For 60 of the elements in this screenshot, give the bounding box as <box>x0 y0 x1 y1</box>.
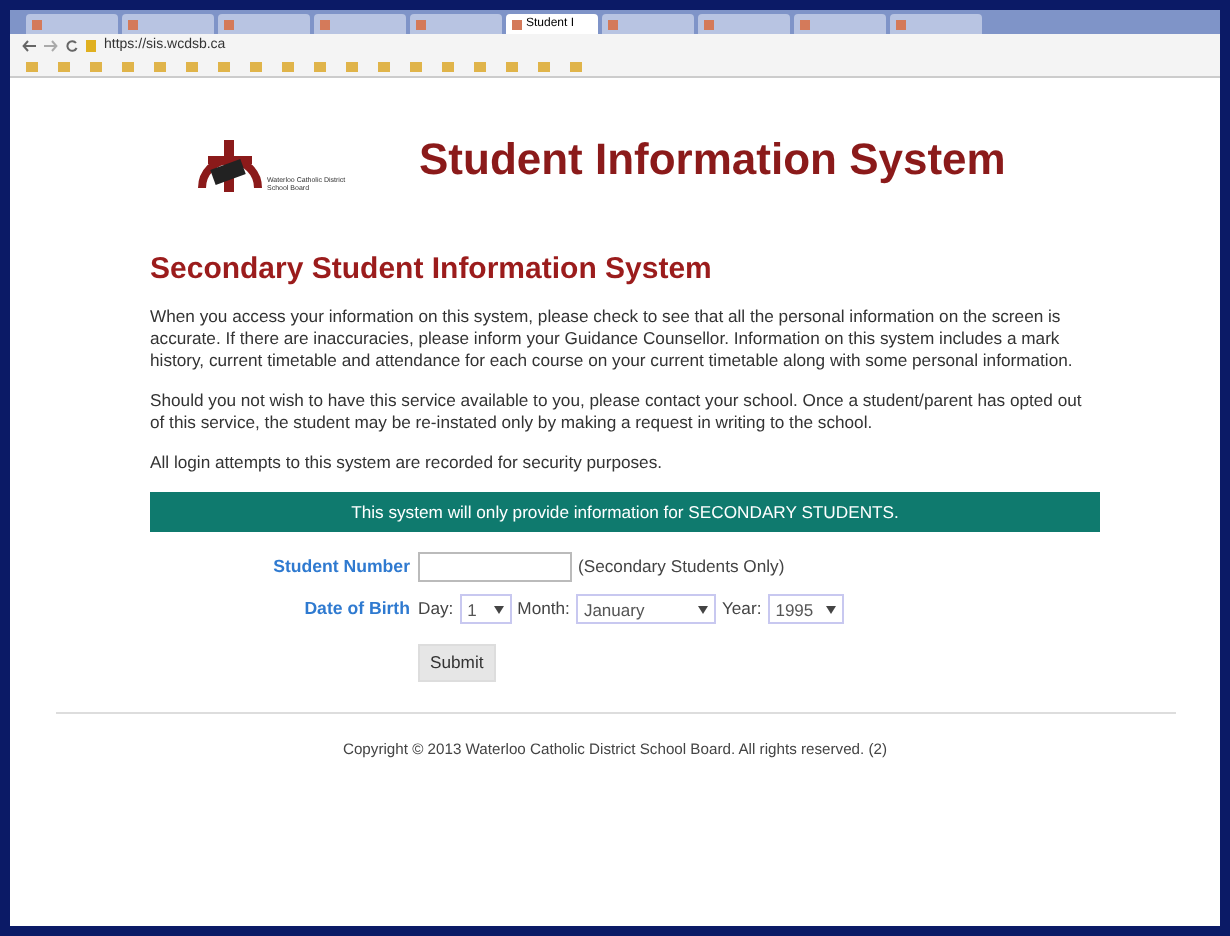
field-note: (Secondary Students Only) <box>578 554 785 581</box>
day-label: Day: <box>418 596 454 623</box>
bookmark-icon[interactable] <box>250 62 262 72</box>
bookmark-icon[interactable] <box>186 62 198 72</box>
bookmark-icon[interactable] <box>122 62 134 72</box>
year-select[interactable]: 1995 <box>767 594 844 625</box>
bookmark-icon[interactable] <box>346 62 358 72</box>
bookmark-icon[interactable] <box>26 62 38 72</box>
year-label: Year: <box>721 596 762 623</box>
month-select[interactable]: January <box>575 594 716 625</box>
caret-icon <box>697 605 708 614</box>
browser-tab[interactable] <box>698 14 790 34</box>
field-label: Student Number <box>271 554 410 581</box>
page-icon <box>896 19 906 29</box>
bookmark-icon[interactable] <box>58 62 70 72</box>
month-label: Month: <box>517 596 570 623</box>
student-number-field[interactable] <box>418 552 572 583</box>
page-icon <box>320 19 330 29</box>
back-icon[interactable] <box>22 40 36 52</box>
page-icon <box>608 19 618 29</box>
page-icon <box>704 19 714 29</box>
page-icon <box>32 19 42 29</box>
info-paragraph: When you access your information on this system, please check to see that all the personal information on the screen is accurate. If there are inaccuracies, please inform your Guidance Counsellor. Information on this system includes a mark history, current timetable and attendance for each course on your current timetable along with some personal information. <box>150 305 1075 371</box>
info-paragraph: All login attempts to this system are recorded for security purposes. <box>150 451 665 473</box>
bookmark-icon[interactable] <box>314 62 326 72</box>
browser-tab[interactable] <box>218 14 310 34</box>
bookmark-icon[interactable] <box>154 62 166 72</box>
browser-tab[interactable] <box>794 14 886 34</box>
browser-tab[interactable] <box>122 14 214 34</box>
browser-tab[interactable] <box>410 14 502 34</box>
field-label: Date of Birth <box>302 596 410 623</box>
submit-button[interactable]: Submit <box>418 644 496 683</box>
reload-icon[interactable] <box>66 40 78 52</box>
bookmark-icon[interactable] <box>538 62 550 72</box>
day-select[interactable]: 1 <box>459 594 512 625</box>
page-icon <box>224 19 234 29</box>
bookmark-icon[interactable] <box>410 62 422 72</box>
bookmark-icon[interactable] <box>506 62 518 72</box>
page-icon <box>512 19 522 29</box>
bookmark-icon[interactable] <box>474 62 486 72</box>
bookmark-icon[interactable] <box>570 62 582 72</box>
bookmark-icon[interactable] <box>282 62 294 72</box>
caret-icon <box>825 605 836 614</box>
lock-icon <box>86 40 96 52</box>
bookmark-icon[interactable] <box>378 62 390 72</box>
bookmark-icon[interactable] <box>90 62 102 72</box>
browser-tab[interactable] <box>314 14 406 34</box>
page-icon <box>128 19 138 29</box>
page-icon <box>800 19 810 29</box>
forward-icon[interactable] <box>44 40 58 52</box>
notice-banner: This system will only provide information for SECONDARY STUDENTS. <box>150 491 1100 533</box>
site-title: Student Information System <box>419 132 1006 188</box>
caret-icon <box>493 605 504 614</box>
page-icon <box>416 19 426 29</box>
browser-tab[interactable] <box>602 14 694 34</box>
bookmark-icon[interactable] <box>218 62 230 72</box>
page-heading: Secondary Student Information System <box>150 250 714 290</box>
info-paragraph: Should you not wish to have this service available to you, please contact your school. Once a student/parent has opted out of this service, the student may be re-instated only by making a request in writing to the school. <box>150 389 1084 433</box>
browser-tab[interactable] <box>890 14 982 34</box>
bookmark-icon[interactable] <box>442 62 454 72</box>
